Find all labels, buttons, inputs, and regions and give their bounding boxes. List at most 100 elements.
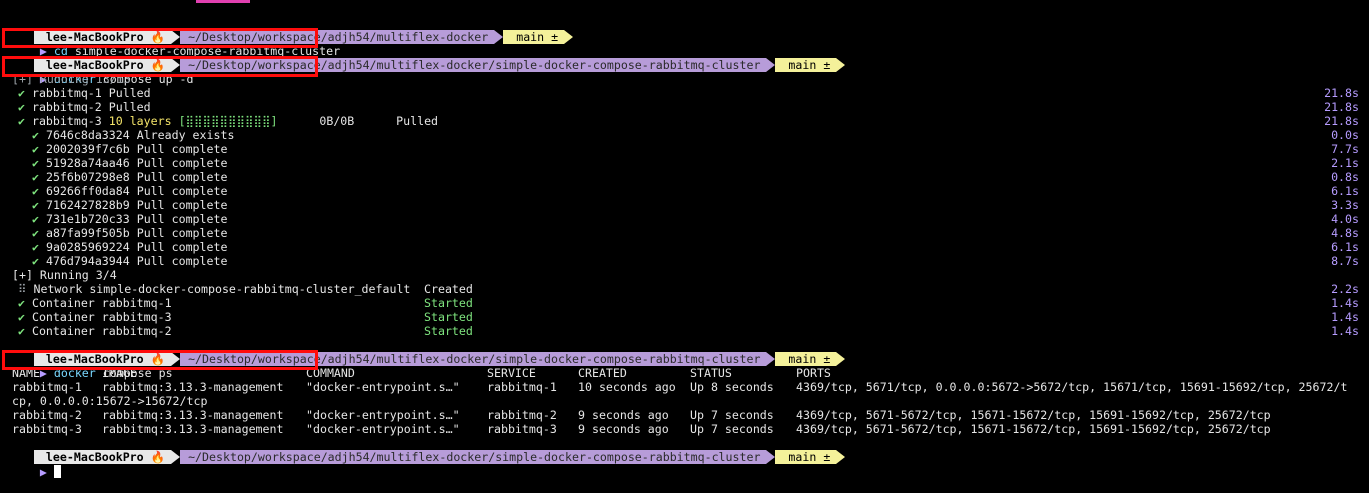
- elapsed-time: 0.0s: [1331, 128, 1359, 142]
- table-cell: rabbitmq:3.13.3-management: [102, 380, 284, 394]
- table-cell: rabbitmq-1: [12, 380, 82, 394]
- elapsed-time: 4.0s: [1331, 212, 1359, 226]
- check-icon: ✔: [32, 156, 46, 170]
- layer-item: ✔ 25f6b07298e8 Pull complete 0.8s: [32, 170, 1369, 184]
- layer-id: a87fa99f505b: [45, 226, 130, 240]
- git-branch: main ±: [775, 352, 837, 366]
- elapsed-time: 3.3s: [1331, 198, 1359, 212]
- check-icon: ✔: [18, 324, 25, 338]
- check-icon: ✔: [18, 114, 32, 128]
- table-row: rabbitmq-1 rabbitmq:3.13.3-management "doc…: [0, 380, 1369, 394]
- terminal-window[interactable]: lee-MacBookPro 🔥 ~/Desktop/workspace/adjh…: [0, 0, 1369, 493]
- layer-status: Pull complete: [136, 184, 228, 198]
- highlight-box-ps: [2, 350, 318, 370]
- pull-item-name: rabbitmq-2 Pulled: [31, 100, 151, 114]
- layer-id: 7646c8da3324: [45, 128, 130, 142]
- run-header: [+] Running 3/4: [12, 268, 117, 282]
- check-icon: ✔: [32, 198, 46, 212]
- table-cell: rabbitmq-1: [487, 380, 557, 394]
- elapsed-time: 4.8s: [1331, 226, 1359, 240]
- ps-header-cell: CREATED: [578, 366, 627, 380]
- elapsed-time: 21.8s: [1324, 114, 1359, 128]
- command-line-input[interactable]: ▶: [0, 451, 61, 479]
- ps-header-cell: PORTS: [796, 366, 831, 380]
- check-icon: ✔: [32, 142, 46, 156]
- run-item-name: Network simple-docker-compose-rabbitmq-c…: [33, 282, 411, 296]
- layer-status: Pull complete: [136, 240, 228, 254]
- run-item-name: Container rabbitmq-3: [31, 310, 172, 324]
- elapsed-time: 1.4s: [1331, 324, 1359, 338]
- run-item-status: Created: [424, 282, 473, 296]
- table-cell: Up 8 seconds: [690, 380, 774, 394]
- table-cell: 4369/tcp, 5671-5672/tcp, 15671-15672/tcp…: [796, 408, 1271, 422]
- ps-wrap-line: cp, 0.0.0.0:15672->15672/tcp: [12, 394, 208, 408]
- layer-item: ✔ a87fa99f505b Pull complete 4.8s: [32, 226, 1369, 240]
- segment-arrow-icon: [766, 450, 776, 464]
- elapsed-time: 1.4s: [1331, 296, 1359, 310]
- layer-status: Pull complete: [136, 254, 228, 268]
- layer-status: Pull complete: [136, 142, 228, 156]
- layer-id: 25f6b07298e8: [45, 170, 130, 184]
- layer-status: Pull complete: [136, 212, 228, 226]
- table-cell: "docker-entrypoint.s…": [306, 422, 460, 436]
- table-row: rabbitmq-3 rabbitmq:3.13.3-management "doc…: [0, 422, 1369, 436]
- layer-id: 69266ff0da84: [45, 184, 130, 198]
- layer-item: ✔ 2002039f7c6b Pull complete 7.7s: [32, 142, 1369, 156]
- table-cell: rabbitmq-3: [487, 422, 557, 436]
- table-cell: rabbitmq-2: [12, 408, 82, 422]
- prompt-path: ~/Desktop/workspace/adjh54/multiflex-doc…: [180, 450, 767, 464]
- prompt-caret-icon: ▶: [39, 465, 47, 479]
- layer-id: 476d794a3944: [45, 254, 130, 268]
- elapsed-time: 6.1s: [1331, 240, 1359, 254]
- layer-status: Pull complete: [136, 198, 228, 212]
- table-cell: Up 7 seconds: [690, 408, 774, 422]
- pull-progress-bar: [⣿⣿⣿⣿⣿⣿⣿⣿⣿⣿]: [178, 114, 278, 128]
- table-cell: rabbitmq:3.13.3-management: [102, 408, 284, 422]
- segment-arrow-icon: [766, 352, 776, 366]
- layer-item: ✔ 9a0285969224 Pull complete 6.1s: [32, 240, 1369, 254]
- elapsed-time: 1.4s: [1331, 310, 1359, 324]
- layer-id: 731e1b720c33: [45, 212, 130, 226]
- tab-indicator: [196, 0, 250, 3]
- check-icon: ✔: [18, 310, 25, 324]
- pull-size: 0B/0B: [319, 114, 355, 128]
- layer-id: 2002039f7c6b: [45, 142, 130, 156]
- segment-arrow-icon: [494, 30, 504, 44]
- elapsed-time: 2.1s: [1331, 156, 1359, 170]
- pull-item: ✔ rabbitmq-2 Pulled 21.8s: [18, 100, 1369, 114]
- git-branch: main ±: [775, 450, 837, 464]
- segment-arrow-icon: [766, 58, 776, 72]
- git-branch: main ±: [775, 58, 837, 72]
- layer-id: 7162427828b9: [45, 198, 130, 212]
- elapsed-time: 0.8s: [1331, 170, 1359, 184]
- ps-header-cell: SERVICE: [487, 366, 536, 380]
- check-icon: ✔: [32, 170, 46, 184]
- pull-status: Pulled: [396, 114, 439, 128]
- segment-arrow-icon: [836, 352, 846, 366]
- layer-id: 51928a74aa46: [45, 156, 130, 170]
- layer-status: Already exists: [136, 128, 235, 142]
- table-cell: Up 7 seconds: [690, 422, 774, 436]
- pull-item: ✔ rabbitmq-3 10 layers [⣿⣿⣿⣿⣿⣿⣿⣿⣿⣿] 0B/0…: [18, 114, 1369, 128]
- table-cell: 10 seconds ago: [578, 380, 676, 394]
- elapsed-time: 7.7s: [1331, 142, 1359, 156]
- table-cell: 4369/tcp, 5671-5672/tcp, 15671-15672/tcp…: [796, 422, 1271, 436]
- run-item: ✔ Container rabbitmq-2 Started 1.4s: [18, 324, 1369, 338]
- run-item: ✔ Container rabbitmq-1 Started 1.4s: [18, 296, 1369, 310]
- run-item-status: Started: [424, 296, 473, 310]
- pull-item-name: rabbitmq-1 Pulled: [31, 86, 151, 100]
- run-item-name: Container rabbitmq-1: [31, 296, 172, 310]
- segment-arrow-icon: [836, 450, 846, 464]
- run-item: ⠿ Network simple-docker-compose-rabbitmq…: [18, 282, 1369, 296]
- table-cell: 4369/tcp, 5671/tcp, 0.0.0.0:5672->5672/t…: [796, 380, 1348, 394]
- text-cursor[interactable]: [53, 465, 61, 478]
- table-row: rabbitmq-2 rabbitmq:3.13.3-management "doc…: [0, 408, 1369, 422]
- table-cell: "docker-entrypoint.s…": [306, 408, 460, 422]
- elapsed-time: 8.7s: [1331, 254, 1359, 268]
- elapsed-time: 21.8s: [1324, 86, 1359, 100]
- layer-status: Pull complete: [136, 226, 228, 240]
- table-cell: 9 seconds ago: [578, 408, 669, 422]
- table-cell: 9 seconds ago: [578, 422, 669, 436]
- elapsed-time: 6.1s: [1331, 184, 1359, 198]
- check-icon: ✔: [32, 212, 46, 226]
